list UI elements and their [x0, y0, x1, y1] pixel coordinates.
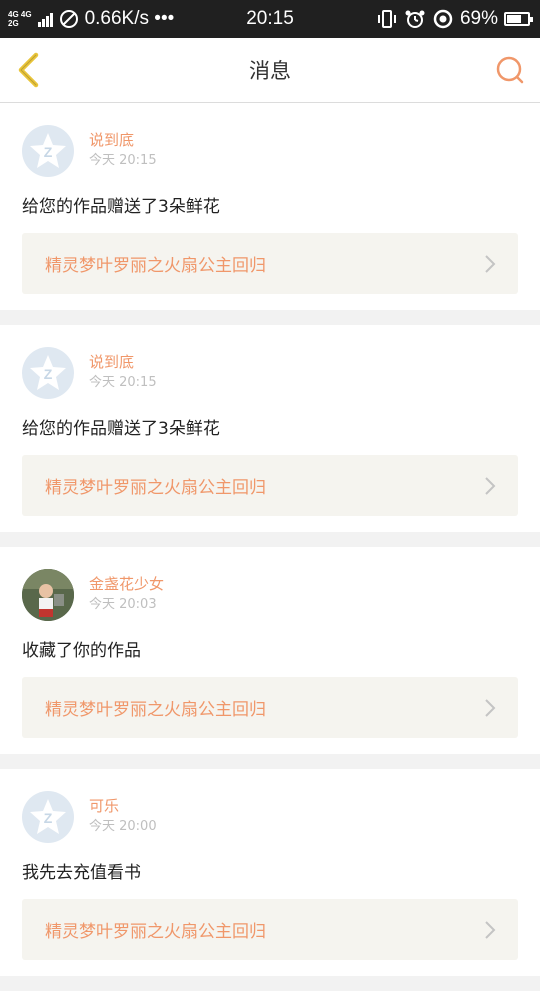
network-bottom-label: 2G — [8, 19, 19, 28]
app-header: 消息 — [0, 38, 540, 103]
message-text: 收藏了你的作品 — [22, 641, 141, 661]
message-card: Z 说到底 今天 20:15 给您的作品赠送了3朵鲜花 精灵梦叶罗丽之火扇公主回… — [0, 325, 540, 532]
message-text: 我先去充值看书 — [22, 863, 141, 883]
battery-percent: 69% — [459, 8, 498, 29]
message-time: 今天 20:00 — [89, 819, 157, 834]
signal-icon — [37, 11, 53, 27]
book-title: 精灵梦叶罗丽之火扇公主回归 — [45, 478, 266, 498]
network-speed: 0.66K/s ••• — [84, 8, 175, 29]
message-text: 给您的作品赠送了3朵鲜花 — [22, 197, 220, 217]
back-button[interactable] — [14, 52, 44, 88]
message-time: 今天 20:15 — [89, 375, 157, 390]
chevron-right-icon — [485, 920, 496, 939]
battery-icon — [504, 12, 533, 26]
status-bar: 4G 4G 2G 0.66K/s ••• 20:15 69% — [0, 0, 540, 38]
message-list: Z 说到底 今天 20:15 给您的作品赠送了3朵鲜花 精灵梦叶罗丽之火扇公主回… — [0, 103, 540, 991]
alarm-icon — [405, 10, 425, 28]
book-title: 精灵梦叶罗丽之火扇公主回归 — [45, 256, 266, 276]
message-card: Z 可乐 今天 20:00 我先去充值看书 精灵梦叶罗丽之火扇公主回归 — [0, 769, 540, 976]
chevron-right-icon — [485, 254, 496, 273]
svg-text:Z: Z — [44, 366, 53, 382]
sender-name[interactable]: 说到底 — [89, 352, 157, 372]
book-link[interactable]: 精灵梦叶罗丽之火扇公主回归 — [22, 233, 518, 294]
book-title: 精灵梦叶罗丽之火扇公主回归 — [45, 922, 266, 942]
network-top-label: 4G 4G — [8, 10, 32, 19]
svg-text:Z: Z — [44, 144, 53, 160]
book-link[interactable]: 精灵梦叶罗丽之火扇公主回归 — [22, 899, 518, 960]
svg-text:Z: Z — [44, 810, 53, 826]
page-title: 消息 — [249, 59, 291, 83]
sender-avatar[interactable]: Z — [22, 791, 74, 843]
vibrate-icon — [377, 10, 396, 28]
chevron-right-icon — [485, 476, 496, 495]
sender-avatar[interactable] — [22, 569, 74, 621]
message-card: 金盏花少女 今天 20:03 收藏了你的作品 精灵梦叶罗丽之火扇公主回归 — [0, 547, 540, 754]
default-qq-avatar-icon: Z — [30, 355, 66, 390]
sender-name[interactable]: 说到底 — [89, 130, 157, 150]
book-link[interactable]: 精灵梦叶罗丽之火扇公主回归 — [22, 455, 518, 516]
sender-avatar[interactable]: Z — [22, 347, 74, 399]
search-button[interactable] — [494, 54, 526, 86]
chevron-right-icon — [485, 698, 496, 717]
message-card: Z 说到底 今天 20:15 给您的作品赠送了3朵鲜花 精灵梦叶罗丽之火扇公主回… — [0, 103, 540, 310]
message-text: 给您的作品赠送了3朵鲜花 — [22, 419, 220, 439]
sender-name[interactable]: 可乐 — [89, 796, 157, 816]
message-time: 今天 20:03 — [89, 597, 157, 612]
sender-avatar[interactable]: Z — [22, 125, 74, 177]
user-photo-icon — [22, 569, 74, 621]
sender-name[interactable]: 金盏花少女 — [89, 574, 164, 594]
location-icon — [433, 9, 453, 29]
book-title: 精灵梦叶罗丽之火扇公主回归 — [45, 700, 266, 720]
network-type-indicator: 4G 4G 2G — [8, 10, 32, 28]
book-link[interactable]: 精灵梦叶罗丽之火扇公主回归 — [22, 677, 518, 738]
clock: 20:15 — [246, 8, 294, 29]
default-qq-avatar-icon: Z — [30, 133, 66, 168]
message-time: 今天 20:15 — [89, 153, 157, 168]
no-sim-icon — [59, 10, 78, 28]
default-qq-avatar-icon: Z — [30, 799, 66, 834]
